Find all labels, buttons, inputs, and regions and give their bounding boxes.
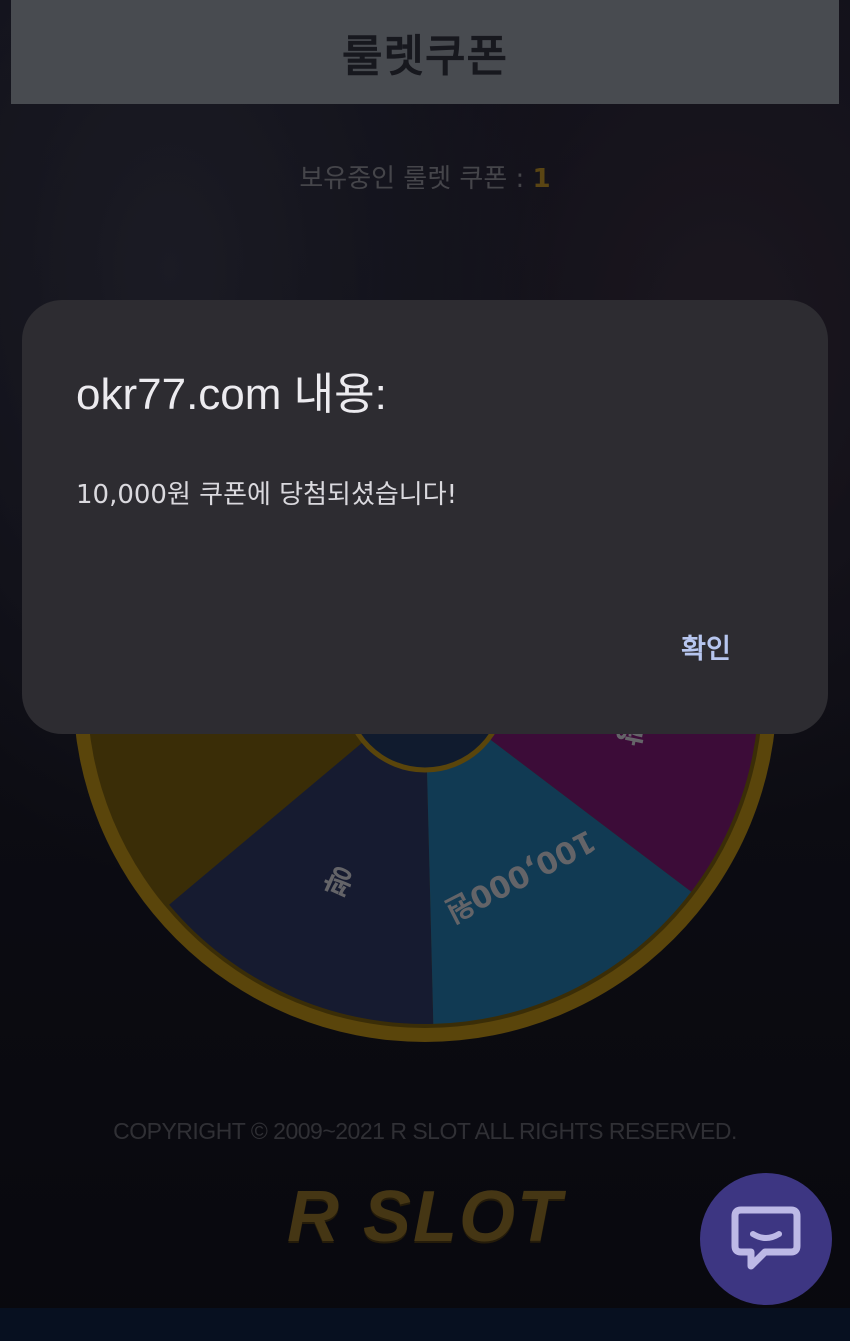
- chat-button[interactable]: [700, 1173, 832, 1305]
- dialog-title: okr77.com 내용:: [76, 370, 387, 419]
- chat-bubble-icon: [731, 1206, 801, 1270]
- alert-dialog: okr77.com 내용: 10,000원 쿠폰에 당첨되셨습니다! 확인: [22, 300, 828, 734]
- dialog-message: 10,000원 쿠폰에 당첨되셨습니다!: [76, 480, 458, 510]
- dialog-ok-button[interactable]: 확인: [656, 622, 756, 670]
